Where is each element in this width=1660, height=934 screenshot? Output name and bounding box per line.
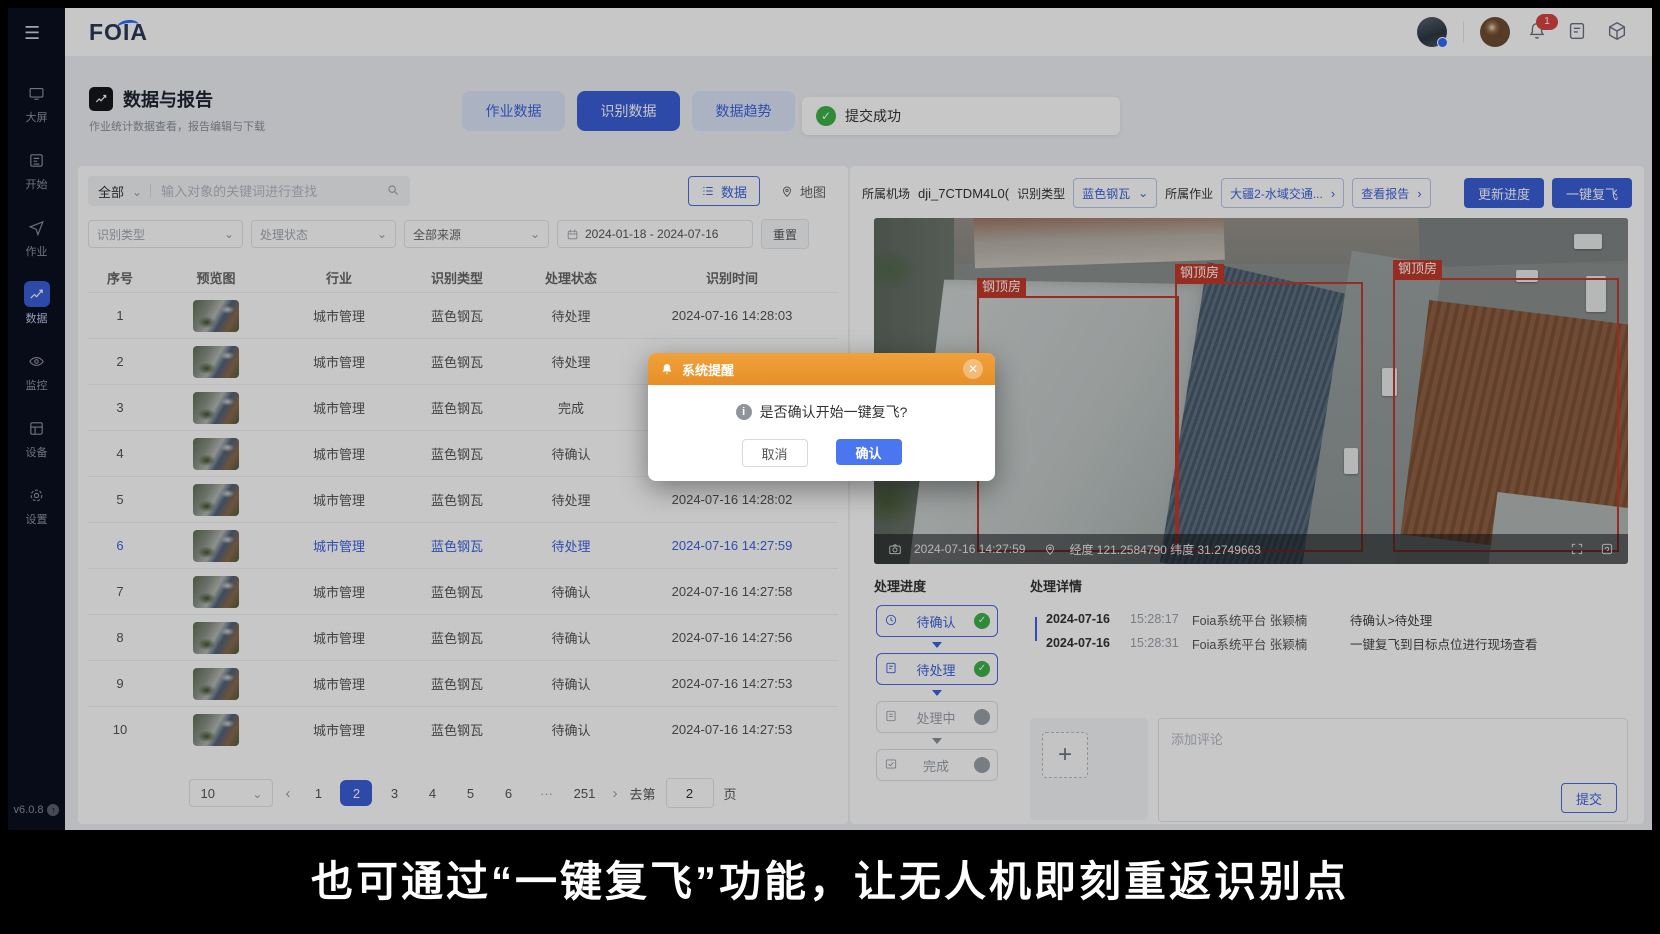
video-caption: 也可通过“一键复飞”功能，让无人机即刻重返识别点: [0, 830, 1660, 926]
caption-text: 也可通过“一键复飞”功能，让无人机即刻重返识别点: [311, 848, 1349, 909]
dialog-message: 是否确认开始一键复飞?: [760, 402, 908, 422]
info-icon: i: [736, 404, 752, 420]
bell-icon: [660, 362, 674, 376]
dialog-header: 系统提醒 ✕: [648, 353, 995, 385]
system-alert-dialog: 系统提醒 ✕ i 是否确认开始一键复飞? 取消 确认: [648, 353, 995, 481]
dialog-title: 系统提醒: [682, 360, 734, 379]
confirm-button[interactable]: 确认: [836, 439, 902, 465]
close-icon[interactable]: ✕: [963, 359, 983, 379]
cancel-button[interactable]: 取消: [742, 439, 808, 467]
